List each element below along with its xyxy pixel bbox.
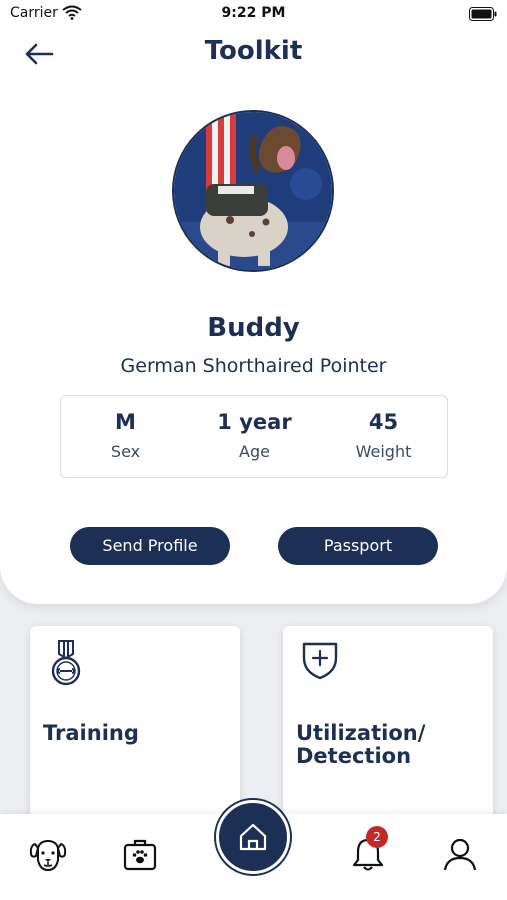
training-tile[interactable]: Training <box>30 626 240 826</box>
dog-icon <box>29 839 67 872</box>
stat-label: Age <box>239 442 270 461</box>
passport-button[interactable]: Passport <box>278 527 438 565</box>
status-bar: Carrier 9:22 PM <box>0 0 507 28</box>
notification-badge: 2 <box>366 826 388 848</box>
shield-plus-icon <box>302 642 338 680</box>
user-icon <box>443 838 477 871</box>
stat-value: 1 year <box>217 410 292 434</box>
home-button[interactable] <box>216 800 290 874</box>
dog-name: Buddy <box>207 313 300 343</box>
nav-vet-kit[interactable] <box>118 832 162 876</box>
stats-box: M Sex 1 year Age 45 Weight <box>60 395 448 478</box>
tile-label: Training <box>43 721 139 745</box>
nav-notifications[interactable]: 2 <box>346 826 390 876</box>
stat-value: 45 <box>368 410 399 434</box>
nav-profile[interactable] <box>438 832 482 876</box>
home-icon <box>239 823 267 851</box>
status-time: 9:22 PM <box>221 5 286 21</box>
stat-label: Sex <box>110 442 141 461</box>
stat-weight: 45 Weight <box>319 396 448 479</box>
stat-label: Weight <box>355 442 412 461</box>
page-title: Toolkit <box>204 36 303 66</box>
profile-card: Toolkit Buddy German Shorthaired Pointer… <box>0 0 507 604</box>
battery-icon <box>469 7 497 21</box>
vet-kit-icon <box>123 839 157 871</box>
stat-sex: M Sex <box>61 396 190 479</box>
utilization-detection-tile[interactable]: Utilization/ Detection <box>283 626 493 826</box>
stat-age: 1 year Age <box>190 396 319 479</box>
send-profile-button[interactable]: Send Profile <box>70 527 230 565</box>
dog-breed: German Shorthaired Pointer <box>120 355 387 377</box>
stat-value: M <box>115 410 136 434</box>
dog-avatar <box>172 110 334 272</box>
medal-icon <box>51 640 81 686</box>
nav-dog[interactable] <box>26 832 70 876</box>
tile-label: Utilization/ Detection <box>296 721 426 768</box>
